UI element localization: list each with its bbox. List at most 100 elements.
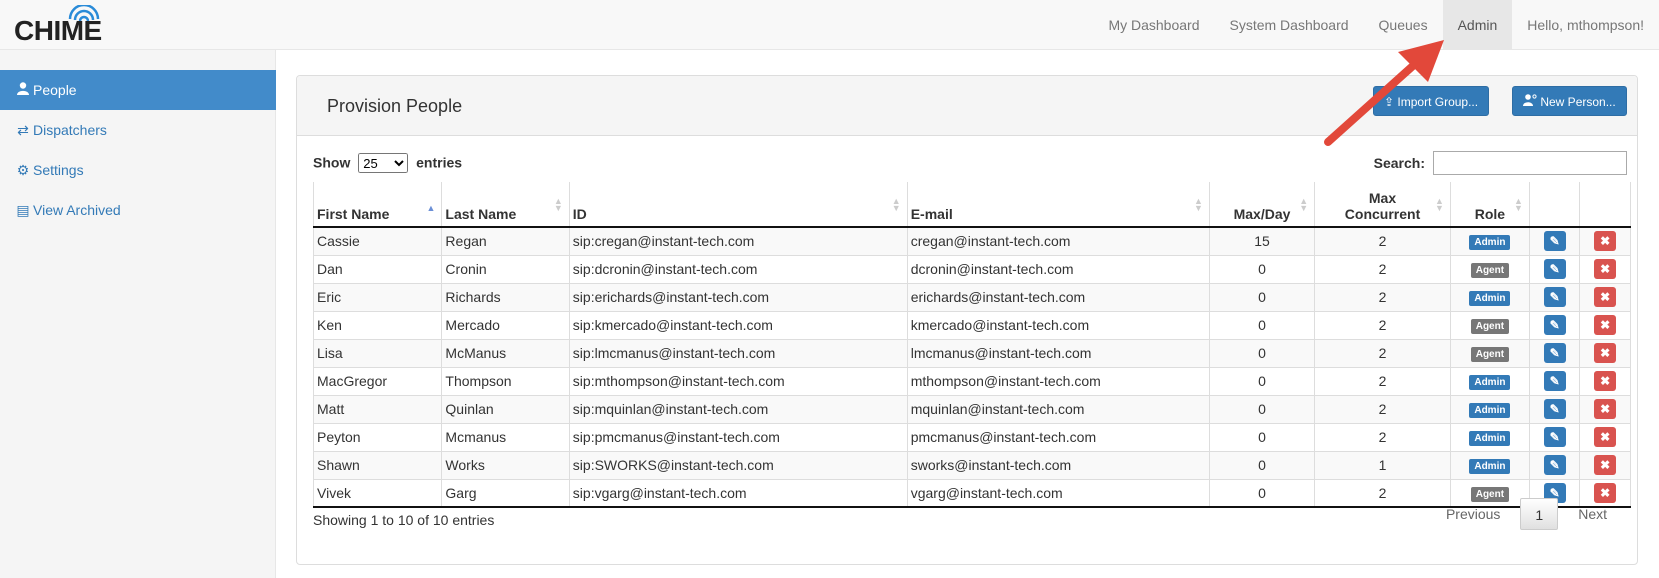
delete-icon[interactable]: ✖ [1594, 399, 1617, 419]
sort-asc-icon: ▲ [426, 203, 436, 213]
delete-icon[interactable]: ✖ [1594, 455, 1617, 475]
sidebar-item-label: View Archived [33, 202, 121, 218]
entries-label: entries [416, 154, 463, 171]
cell-email: erichards@instant-tech.com [907, 283, 1210, 312]
cell-max-day: 0 [1209, 395, 1316, 424]
col-first-name[interactable]: First Name ▲ [312, 182, 443, 228]
col-id[interactable]: ID ▲ ▼ [569, 182, 908, 228]
sort-icon: ▲ ▼ [553, 196, 563, 213]
sidebar-item-label: Settings [33, 162, 84, 178]
search-control: Search: [1374, 151, 1627, 175]
cell-delete: ✖ [1579, 227, 1631, 256]
edit-icon[interactable]: ✎ [1543, 455, 1566, 475]
cell-first-name: Peyton [312, 423, 443, 452]
cell-email: mquinlan@instant-tech.com [907, 395, 1210, 424]
page-length-select[interactable]: 25 [358, 153, 409, 173]
cell-max-day: 15 [1209, 227, 1316, 256]
role-badge: Agent [1470, 319, 1510, 334]
col-email[interactable]: E-mail ▲ ▼ [907, 182, 1210, 228]
cell-edit: ✎ [1529, 227, 1581, 256]
col-role[interactable]: Role ▲ ▼ [1450, 182, 1530, 228]
new-person-button[interactable]: New Person... [1512, 86, 1627, 116]
cell-max-concurrent: 2 [1314, 311, 1451, 340]
cell-id: sip:mthompson@instant-tech.com [569, 367, 908, 396]
table-info: Showing 1 to 10 of 10 entries [313, 512, 495, 528]
cell-id: sip:SWORKS@instant-tech.com [569, 451, 908, 480]
transfer-icon: ⇄ [17, 122, 29, 138]
cell-max-day: 0 [1209, 255, 1316, 284]
delete-icon[interactable]: ✖ [1594, 315, 1617, 335]
cell-last-name: Mcmanus [441, 423, 570, 452]
nav-admin[interactable]: Admin [1442, 0, 1513, 50]
header-label: E-mail [910, 206, 953, 222]
cell-id: sip:kmercado@instant-tech.com [569, 311, 908, 340]
cell-edit: ✎ [1529, 451, 1581, 480]
cell-id: sip:pmcmanus@instant-tech.com [569, 423, 908, 452]
cell-first-name: Vivek [312, 479, 443, 508]
cell-delete: ✖ [1579, 395, 1631, 424]
search-label: Search: [1373, 155, 1425, 171]
provision-people-panel: Provision People ⇪ Import Group... New P… [296, 75, 1638, 565]
table-body: Cassie Regan sip:cregan@instant-tech.com cr… [312, 227, 1631, 508]
cell-delete: ✖ [1579, 451, 1631, 480]
user-icon [15, 70, 31, 110]
search-input[interactable] [1433, 151, 1627, 175]
chime-logo[interactable]: CHIME [14, 5, 124, 47]
edit-icon[interactable]: ✎ [1543, 259, 1566, 279]
cell-edit: ✎ [1529, 311, 1581, 340]
delete-icon[interactable]: ✖ [1594, 287, 1617, 307]
sidebar-item-view-archived[interactable]: ▤ View Archived [0, 190, 276, 230]
sidebar-item-dispatchers[interactable]: ⇄ Dispatchers [0, 110, 276, 150]
role-badge: Admin [1469, 403, 1511, 418]
delete-icon[interactable]: ✖ [1594, 343, 1617, 363]
cell-edit: ✎ [1529, 395, 1581, 424]
table-row: MacGregor Thompson sip:mthompson@instant-t… [312, 367, 1631, 396]
header-label: ID [572, 206, 587, 222]
edit-icon[interactable]: ✎ [1543, 287, 1566, 307]
sidebar-item-people[interactable]: People [0, 70, 276, 110]
cell-role: Admin [1450, 423, 1530, 452]
nav-queues[interactable]: Queues [1364, 0, 1443, 50]
edit-icon[interactable]: ✎ [1543, 371, 1566, 391]
cell-first-name: Ken [312, 311, 443, 340]
cell-max-concurrent: 2 [1314, 395, 1451, 424]
cell-first-name: Cassie [312, 227, 443, 256]
col-max-concurrent[interactable]: Max Concurrent ▲ ▼ [1314, 182, 1451, 228]
delete-icon[interactable]: ✖ [1594, 259, 1617, 279]
cell-max-concurrent: 2 [1314, 339, 1451, 368]
cell-first-name: Shawn [312, 451, 443, 480]
nav-user-greeting[interactable]: Hello, mthompson! [1512, 0, 1659, 50]
sidebar-item-settings[interactable]: ⚙ Settings [0, 150, 276, 190]
edit-icon[interactable]: ✎ [1543, 315, 1566, 335]
delete-icon[interactable]: ✖ [1594, 427, 1617, 447]
header-label: Last Name [445, 206, 517, 222]
table-row: Shawn Works sip:SWORKS@instant-tech.com swo… [312, 451, 1631, 480]
cell-delete: ✖ [1579, 311, 1631, 340]
import-group-button[interactable]: ⇪ Import Group... [1373, 86, 1490, 116]
sidebar-item-label: Dispatchers [33, 122, 107, 138]
cell-role: Agent [1450, 255, 1530, 284]
edit-icon[interactable]: ✎ [1543, 399, 1566, 419]
table-row: Cassie Regan sip:cregan@instant-tech.com cr… [312, 227, 1631, 256]
col-last-name[interactable]: Last Name ▲ ▼ [441, 182, 570, 228]
delete-icon[interactable]: ✖ [1594, 231, 1617, 252]
next-button[interactable]: Next [1564, 498, 1621, 530]
cell-id: sip:cregan@instant-tech.com [569, 227, 908, 256]
previous-button[interactable]: Previous [1432, 498, 1514, 530]
cell-id: sip:vgarg@instant-tech.com [569, 479, 908, 508]
edit-icon[interactable]: ✎ [1543, 231, 1566, 252]
edit-icon[interactable]: ✎ [1543, 343, 1566, 363]
col-max-day[interactable]: Max/Day ▲ ▼ [1209, 182, 1316, 228]
cell-max-concurrent: 2 [1314, 283, 1451, 312]
cell-max-concurrent: 2 [1314, 479, 1451, 508]
sort-icon: ▲ ▼ [891, 196, 901, 213]
nav-my-dashboard[interactable]: My Dashboard [1093, 0, 1214, 50]
role-badge: Admin [1469, 375, 1511, 390]
sidebar-item-label: People [33, 82, 77, 98]
delete-icon[interactable]: ✖ [1594, 371, 1617, 391]
nav-system-dashboard[interactable]: System Dashboard [1214, 0, 1363, 50]
edit-icon[interactable]: ✎ [1543, 427, 1566, 447]
cell-max-concurrent: 2 [1314, 367, 1451, 396]
page-1-button[interactable]: 1 [1520, 498, 1559, 530]
header-label: Max/Day [1233, 206, 1291, 222]
